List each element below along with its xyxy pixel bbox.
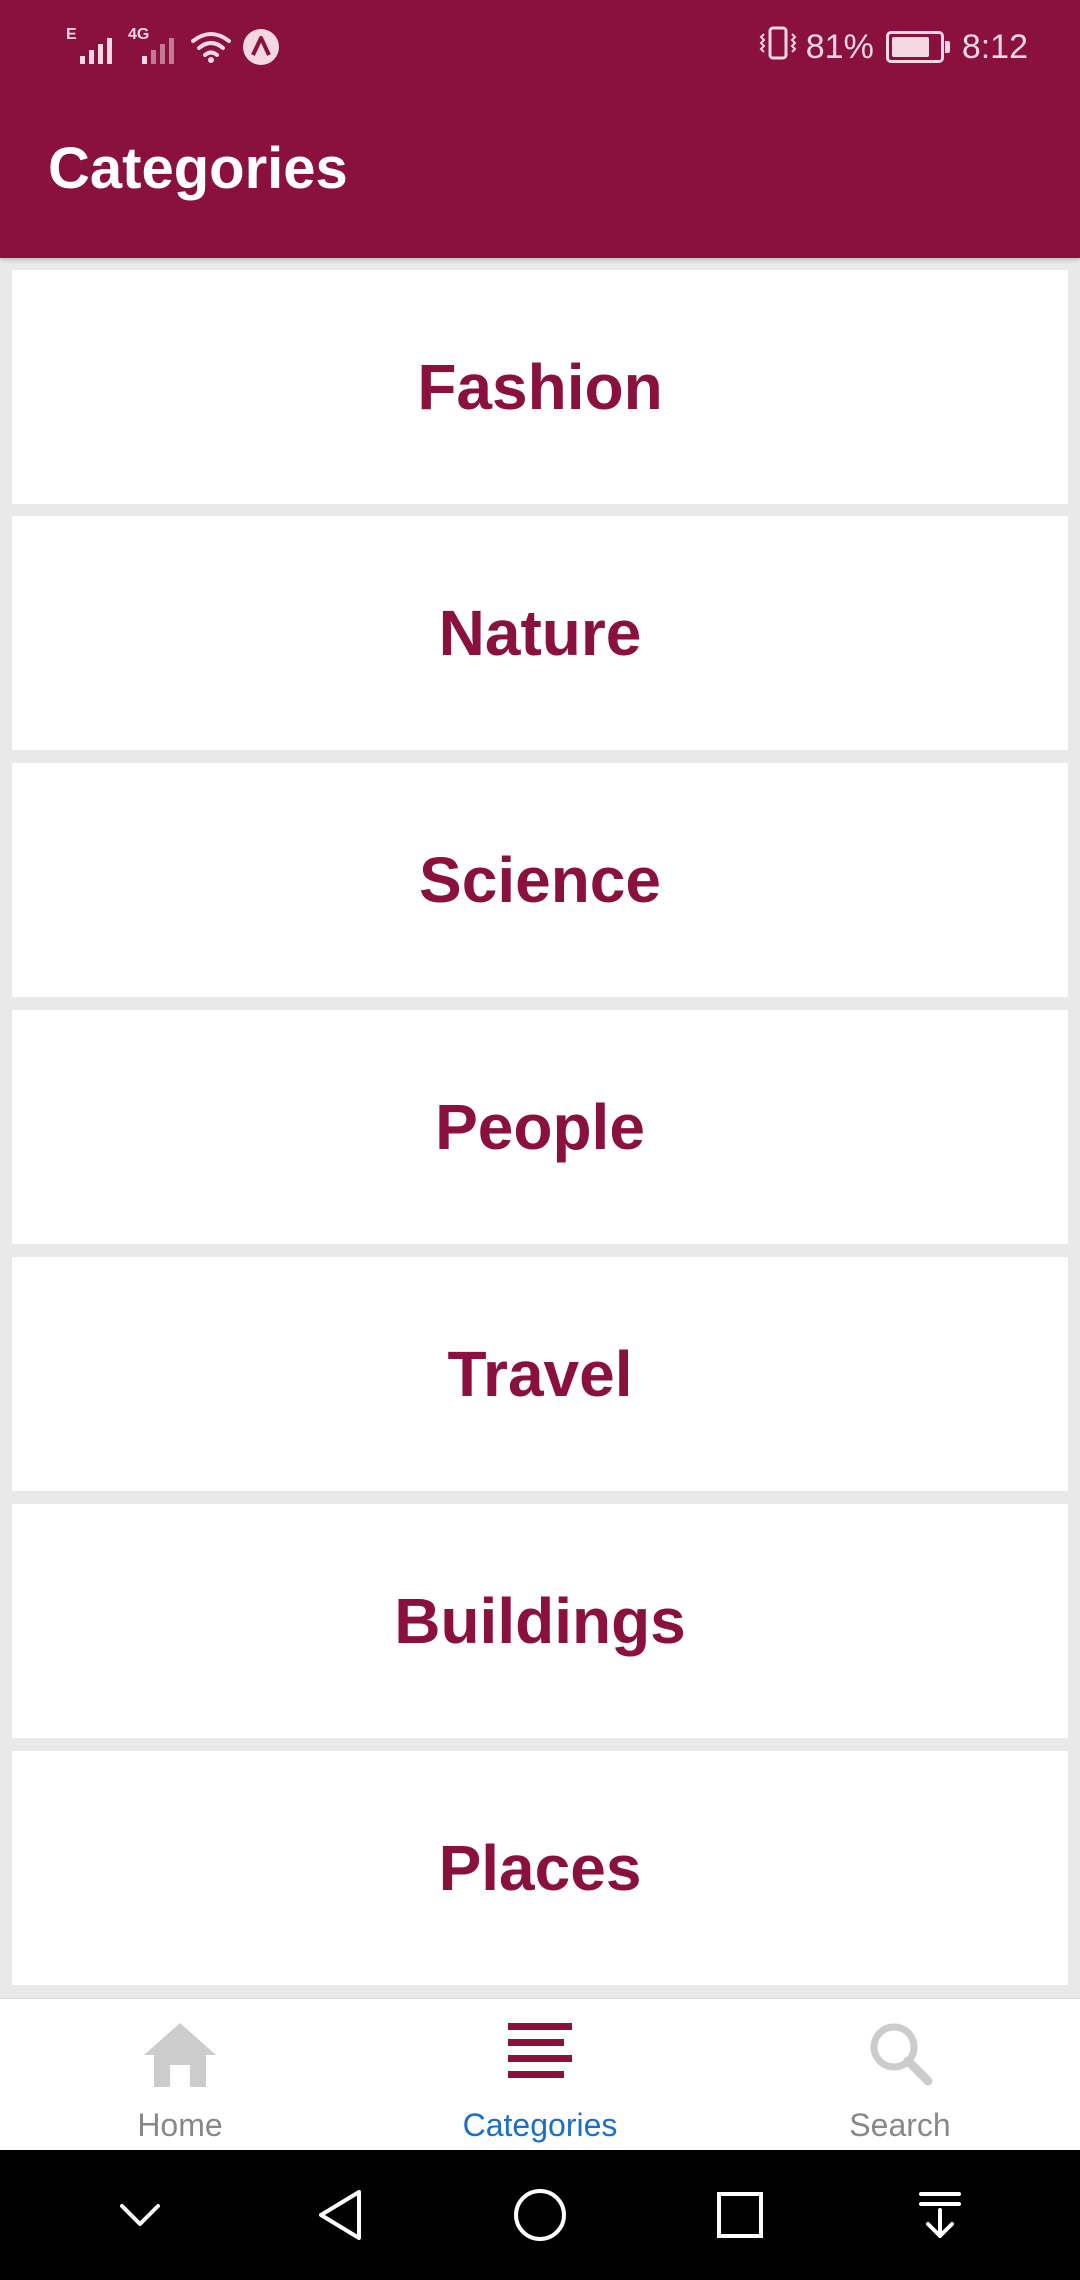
status-right-group: 81% 8:12 — [758, 22, 1028, 72]
category-card-buildings[interactable]: Buildings — [12, 1504, 1068, 1738]
notifications-pull-icon[interactable] — [905, 2180, 975, 2250]
list-icon — [508, 2023, 572, 2078]
category-list[interactable]: Fashion Nature Science People Travel Bui… — [0, 258, 1080, 1998]
tab-categories[interactable]: Categories — [360, 1999, 720, 2151]
tab-search[interactable]: Search — [720, 1999, 1080, 2151]
battery-percent: 81% — [805, 27, 874, 66]
category-label: Fashion — [417, 351, 663, 423]
home-icon — [144, 2023, 216, 2087]
page-title: Categories — [48, 136, 348, 201]
tab-home-label: Home — [137, 2107, 223, 2143]
battery-icon — [885, 31, 950, 63]
chevron-down-icon[interactable] — [105, 2180, 175, 2250]
category-label: Science — [419, 844, 661, 916]
category-card-fashion[interactable]: Fashion — [12, 270, 1068, 504]
status-left-group: E 4G — [66, 22, 280, 72]
category-card-places[interactable]: Places — [12, 1751, 1068, 1985]
app-bar: Categories — [0, 92, 1080, 258]
signal-icon: E — [66, 26, 118, 68]
category-label: Buildings — [394, 1585, 686, 1657]
category-label: People — [435, 1091, 645, 1163]
category-label: Places — [438, 1832, 642, 1904]
bottom-navigation: Home Categories Search — [0, 1998, 1080, 2151]
signal-4g-icon: 4G — [128, 26, 180, 68]
wifi-icon — [190, 30, 232, 64]
recents-icon[interactable] — [705, 2180, 775, 2250]
vibrate-icon — [758, 25, 798, 70]
category-card-science[interactable]: Science — [12, 763, 1068, 997]
clock-time: 8:12 — [961, 27, 1028, 66]
status-bar: E 4G 81% 8:12 — [0, 0, 1080, 92]
category-label: Nature — [438, 597, 642, 669]
search-icon — [870, 2023, 933, 2086]
category-card-nature[interactable]: Nature — [12, 516, 1068, 750]
system-navigation-bar — [0, 2150, 1080, 2280]
tab-home[interactable]: Home — [0, 1999, 360, 2151]
category-card-people[interactable]: People — [12, 1010, 1068, 1244]
battery-level-fill — [891, 37, 930, 57]
back-icon[interactable] — [305, 2180, 375, 2250]
vpn-icon — [242, 28, 280, 66]
home-circle-icon[interactable] — [505, 2180, 575, 2250]
tab-categories-label: Categories — [462, 2107, 618, 2143]
network-type-e: E — [66, 26, 77, 43]
tab-search-label: Search — [849, 2107, 951, 2143]
category-label: Travel — [447, 1338, 633, 1410]
category-card-travel[interactable]: Travel — [12, 1257, 1068, 1491]
